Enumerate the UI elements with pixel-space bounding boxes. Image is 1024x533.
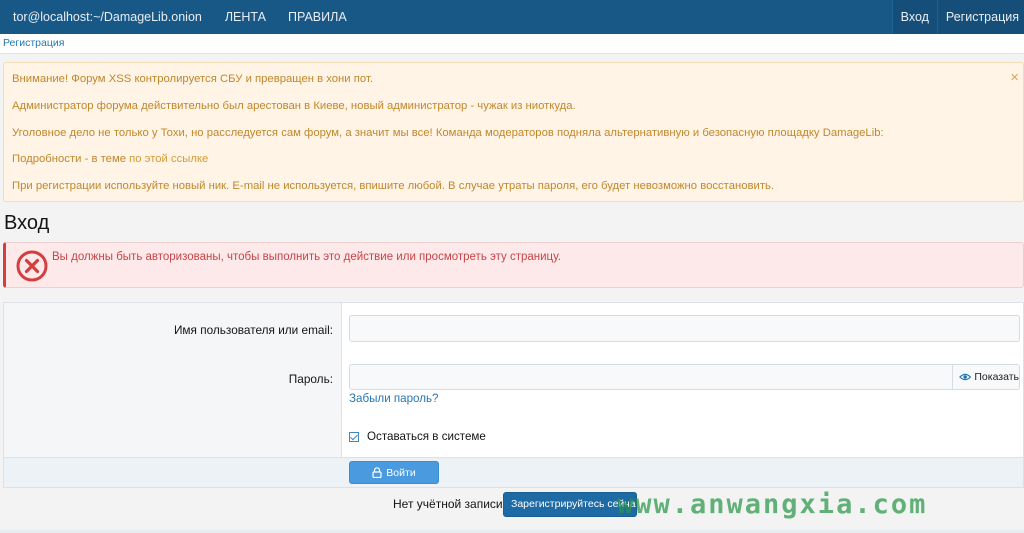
close-icon[interactable]: × — [1010, 69, 1019, 86]
site-brand-link[interactable]: tor@localhost:~/DamageLib.onion — [0, 0, 214, 34]
error-circle-x-icon — [16, 250, 48, 282]
eye-icon — [959, 373, 972, 381]
nav-item-rules[interactable]: ПРАВИЛА — [277, 0, 358, 34]
password-field[interactable] — [349, 364, 953, 390]
account-nav: Вход Регистрация — [891, 0, 1024, 34]
form-label-column: Имя пользователя или email: Пароль: — [4, 303, 342, 457]
notice-line: Администратор форума действительно был а… — [12, 100, 576, 112]
top-navbar: tor@localhost:~/DamageLib.onion ЛЕНТА ПР… — [0, 0, 1024, 34]
login-form: Имя пользователя или email: Пароль: Пока… — [3, 302, 1024, 488]
register-link[interactable]: Регистрация — [936, 0, 1024, 34]
no-account-text: Нет учётной записи? — [393, 497, 510, 511]
show-password-button[interactable]: Показать — [952, 364, 1020, 390]
notice-line: При регистрации используйте новый ник. E… — [12, 180, 775, 192]
username-field[interactable] — [349, 315, 1020, 342]
warning-notice: Внимание! Форум XSS контролируется СБУ и… — [3, 62, 1024, 202]
password-label: Пароль: — [288, 372, 333, 386]
error-message: Вы должны быть авторизованы, чтобы выпол… — [52, 251, 561, 263]
stay-logged-in-checkbox[interactable]: Оставаться в системе — [349, 430, 486, 443]
forgot-password-link[interactable]: Забыли пароль? — [349, 392, 439, 405]
show-password-label: Показать — [974, 371, 1019, 383]
login-button-label: Войти — [386, 466, 416, 479]
notice-details-link[interactable]: по этой ссылке — [129, 153, 208, 165]
checkbox-checked-icon[interactable] — [349, 431, 359, 442]
login-link[interactable]: Вход — [891, 0, 937, 34]
stay-logged-in-label: Оставаться в системе — [367, 430, 486, 443]
login-button[interactable]: Войти — [349, 461, 439, 484]
watermark: www.anwangxia.com — [617, 489, 928, 520]
notice-line: Подробности - в теме по этой ссылке — [12, 153, 208, 165]
breadcrumb[interactable]: Регистрация — [3, 37, 64, 49]
username-label: Имя пользователя или email: — [173, 323, 333, 337]
page-title: Вход — [4, 212, 50, 234]
notice-line: Уголовное дело не только у Тохи, но расс… — [12, 127, 884, 139]
error-block: Вы должны быть авторизованы, чтобы выпол… — [3, 242, 1024, 288]
submit-row: Войти — [4, 457, 1023, 487]
notice-details-text: Подробности - в теме — [12, 153, 126, 165]
lock-icon — [372, 467, 382, 478]
breadcrumb-bar: Регистрация — [0, 34, 1024, 54]
notice-line: Внимание! Форум XSS контролируется СБУ и… — [12, 73, 373, 85]
nav-item-feed[interactable]: ЛЕНТА — [214, 0, 277, 34]
